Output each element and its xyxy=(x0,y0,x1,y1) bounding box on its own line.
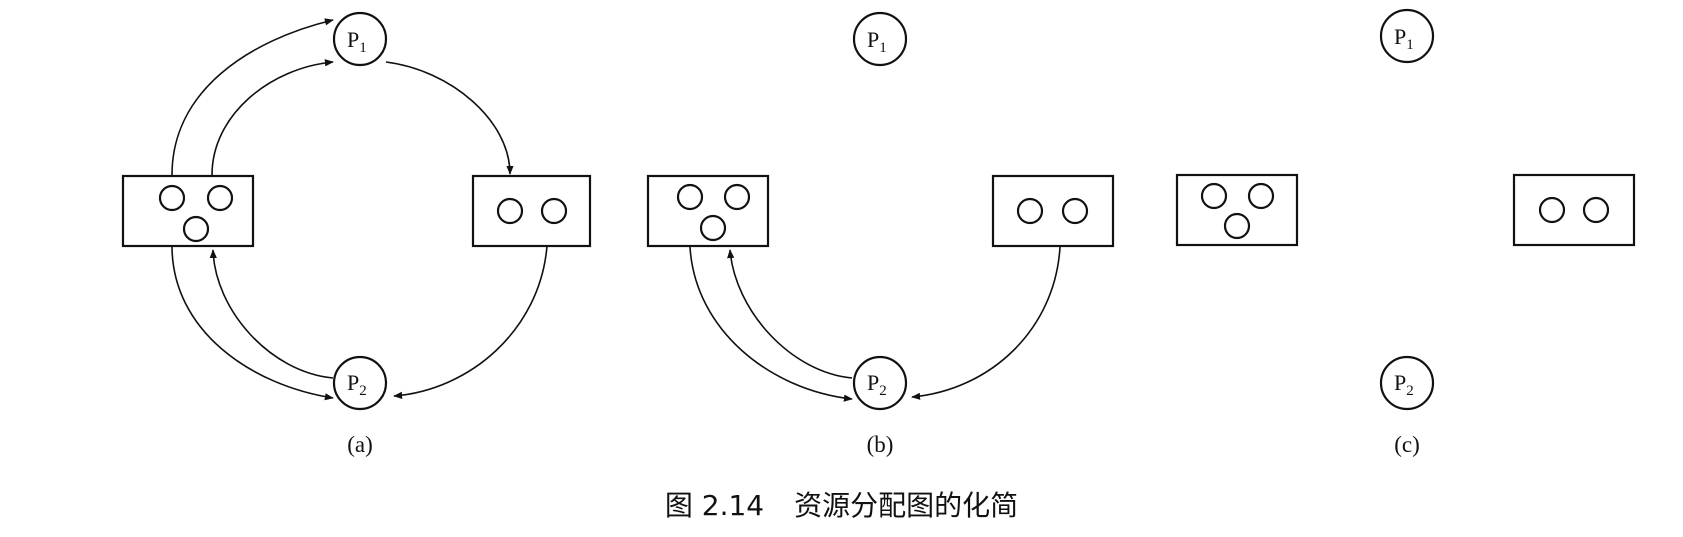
process-p1-prefix: P xyxy=(867,27,879,52)
resource-r2 xyxy=(991,174,1115,248)
edge-p2-to-r1-inner xyxy=(209,249,334,379)
edge-r1-to-p1-outer xyxy=(171,18,334,176)
process-p2-prefix: P xyxy=(347,370,359,395)
process-p1: P1 xyxy=(1379,8,1435,64)
process-p2-prefix: P xyxy=(867,370,879,395)
edge-r1-to-p2-outer xyxy=(689,246,853,402)
caption-number: 图 2.14 xyxy=(664,489,765,522)
edge-p2-to-r1-inner xyxy=(727,249,853,379)
process-p2: P2 xyxy=(852,355,908,411)
edge-r2-to-p2 xyxy=(393,245,548,399)
process-p1-prefix: P xyxy=(347,27,359,52)
panel-b-label: (b) xyxy=(867,432,894,457)
process-p1-prefix: P xyxy=(1394,24,1406,49)
process-p2-index: 2 xyxy=(359,383,367,399)
panel-a-label: (a) xyxy=(347,432,373,457)
resource-r1 xyxy=(121,174,255,248)
process-p1-index: 1 xyxy=(1406,37,1414,53)
process-p1-index: 1 xyxy=(879,40,887,56)
process-p2-index: 2 xyxy=(879,383,887,399)
edge-r2-to-p2 xyxy=(911,246,1061,400)
resource-allocation-figure: P1 P2 (a) P1 P2 (b) P1 P2 (c) xyxy=(121,8,1636,457)
resource-r1 xyxy=(1175,173,1299,247)
caption-text: 资源分配图的化简 xyxy=(794,489,1019,522)
panel-b: P1 P2 (b) xyxy=(646,11,1115,457)
process-p2: P2 xyxy=(1379,355,1435,411)
panel-c: P1 P2 (c) xyxy=(1175,8,1636,457)
resource-r2 xyxy=(1512,173,1636,247)
process-p2: P2 xyxy=(332,355,388,411)
process-p2-index: 2 xyxy=(1406,383,1414,399)
process-p2-prefix: P xyxy=(1394,370,1406,395)
process-p1: P1 xyxy=(332,11,388,67)
resource-r1 xyxy=(646,174,770,248)
process-p1: P1 xyxy=(852,11,908,67)
process-p1-index: 1 xyxy=(359,40,367,56)
panel-a: P1 P2 (a) xyxy=(121,11,592,457)
edge-r1-to-p1-inner xyxy=(211,59,334,176)
edge-p1-to-r2 xyxy=(385,61,514,175)
panel-c-label: (c) xyxy=(1394,432,1420,457)
resource-r2 xyxy=(471,174,592,248)
figure-caption: 图 2.14 资源分配图的化简 xyxy=(0,484,1683,524)
edge-r1-to-p2-outer xyxy=(171,245,334,401)
